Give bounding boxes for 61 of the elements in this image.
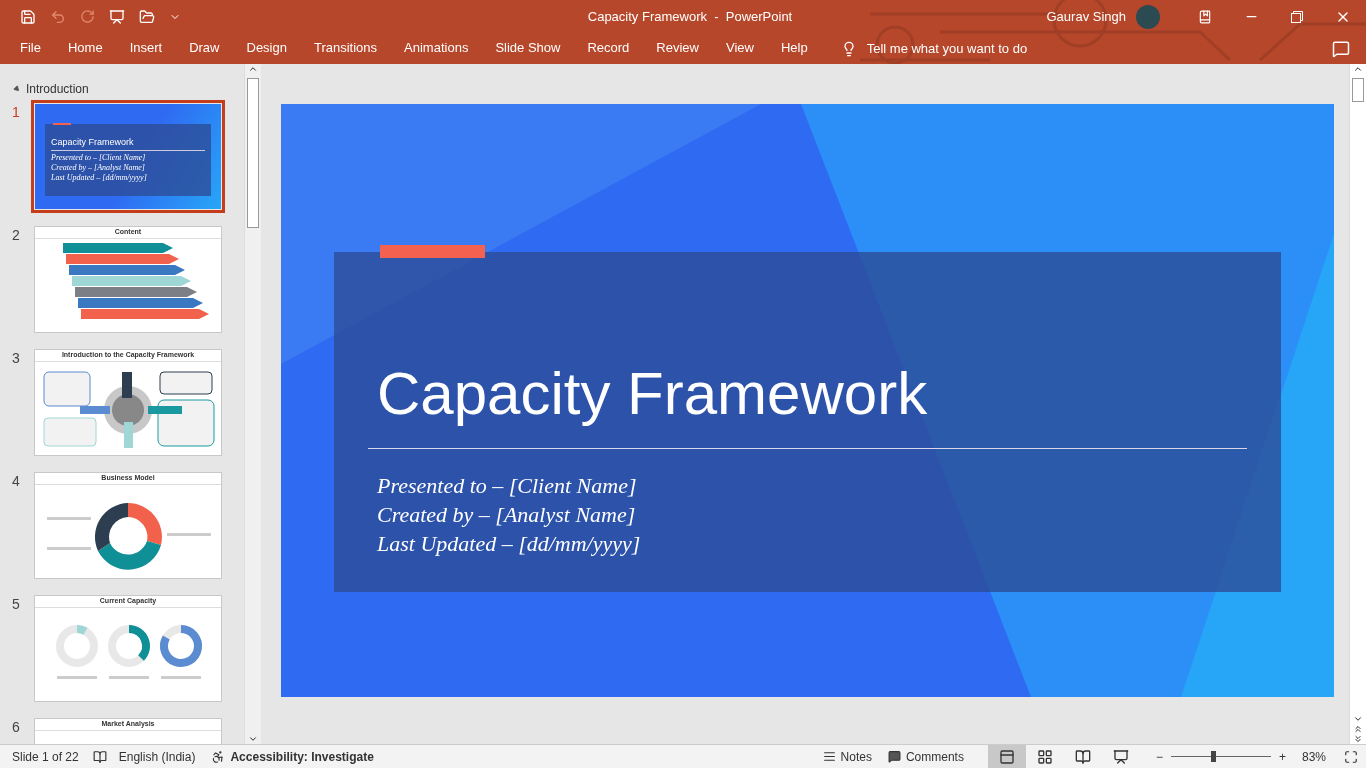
thumbnail-scrollbar[interactable] [244, 64, 261, 744]
scroll-down-icon[interactable] [248, 734, 258, 744]
ribbon-tab[interactable]: Design [246, 36, 287, 61]
ribbon-tab[interactable]: File [20, 36, 41, 61]
comment-icon[interactable] [887, 750, 901, 763]
ribbon-tab[interactable]: Slide Show [495, 36, 561, 61]
scroll-down-icon[interactable] [1353, 714, 1363, 724]
next-slide-icon[interactable] [1353, 734, 1363, 744]
scroll-up-icon[interactable] [1353, 64, 1363, 74]
zoom-slider[interactable] [1170, 751, 1271, 762]
ribbon-tab[interactable]: Transitions [313, 36, 378, 61]
scroll-thumb[interactable] [247, 78, 259, 228]
subtitle-line: Created by – [Analyst Name] [376, 501, 637, 529]
ribbon-tab[interactable]: Help [780, 36, 808, 61]
slide-number: 6 [11, 719, 21, 737]
zoom-level[interactable]: 83% [1301, 749, 1326, 764]
slide-number: 1 [11, 104, 21, 122]
slide-scrollbar[interactable] [1349, 64, 1366, 744]
ribbon-tab[interactable]: Home [67, 36, 103, 61]
zoom-in-button[interactable]: + [1278, 749, 1286, 764]
folder-icon[interactable] [139, 8, 155, 25]
section-name[interactable]: Introduction [26, 82, 89, 96]
slide-number: 5 [11, 596, 21, 614]
accessibility-icon [211, 749, 226, 764]
slide-number: 4 [11, 473, 21, 491]
subtitle-line: Last Updated – [dd/mm/yyyy] [376, 530, 642, 558]
slide-number: 2 [11, 227, 21, 245]
zoom-out-button[interactable]: − [1155, 749, 1163, 764]
thumbnail-subtitle-line: Created by – [Analyst Name] [51, 163, 146, 173]
ribbon-tab[interactable]: Draw [189, 36, 220, 61]
notes-button[interactable]: Notes [840, 749, 872, 764]
ribbon-tab[interactable]: Review [656, 36, 699, 61]
comments-button[interactable]: Comments [905, 749, 964, 764]
thumbnail-subtitle-line: Presented to – [Client Name] [51, 153, 147, 163]
slide-title: Capacity Framework [376, 359, 929, 429]
previous-slide-icon[interactable] [1353, 724, 1363, 734]
notes-icon[interactable] [822, 750, 836, 763]
language[interactable]: English (India) [118, 749, 196, 764]
comments-icon[interactable] [1332, 39, 1350, 58]
slide-count: Slide 1 of 22 [12, 749, 79, 764]
ribbon-tab[interactable]: Record [587, 36, 630, 61]
slide-number: 3 [11, 350, 21, 368]
accessibility-status[interactable]: Accessibility: Investigate [230, 749, 374, 764]
scroll-thumb[interactable] [1352, 78, 1364, 102]
save-icon[interactable] [20, 8, 36, 25]
user-name[interactable]: Gaurav Singh [1046, 9, 1126, 24]
subtitle-line: Presented to – [Client Name] [376, 472, 638, 500]
thumbnail-subtitle-line: Last Updated – [dd/mm/yyyy] [51, 173, 148, 183]
normal-view-icon[interactable] [987, 745, 1026, 768]
window-title: Capacity Framework - PowerPoint [586, 9, 794, 24]
ribbon-tab[interactable]: Insert [129, 36, 163, 61]
fit-slide-icon[interactable] [1344, 749, 1358, 764]
tell-me-field[interactable]: Tell me what you want to do [866, 41, 1028, 56]
collapse-caret-icon[interactable] [12, 84, 22, 94]
ribbon-tab[interactable]: Animations [404, 36, 469, 61]
scroll-up-icon[interactable] [248, 64, 258, 74]
thumbnail-title: Capacity Framework [51, 136, 135, 148]
spelling-icon[interactable] [92, 749, 107, 764]
presentation-icon[interactable] [109, 8, 125, 25]
ribbon-tab[interactable]: View [726, 36, 754, 61]
zoom-thumb[interactable] [1210, 751, 1216, 762]
